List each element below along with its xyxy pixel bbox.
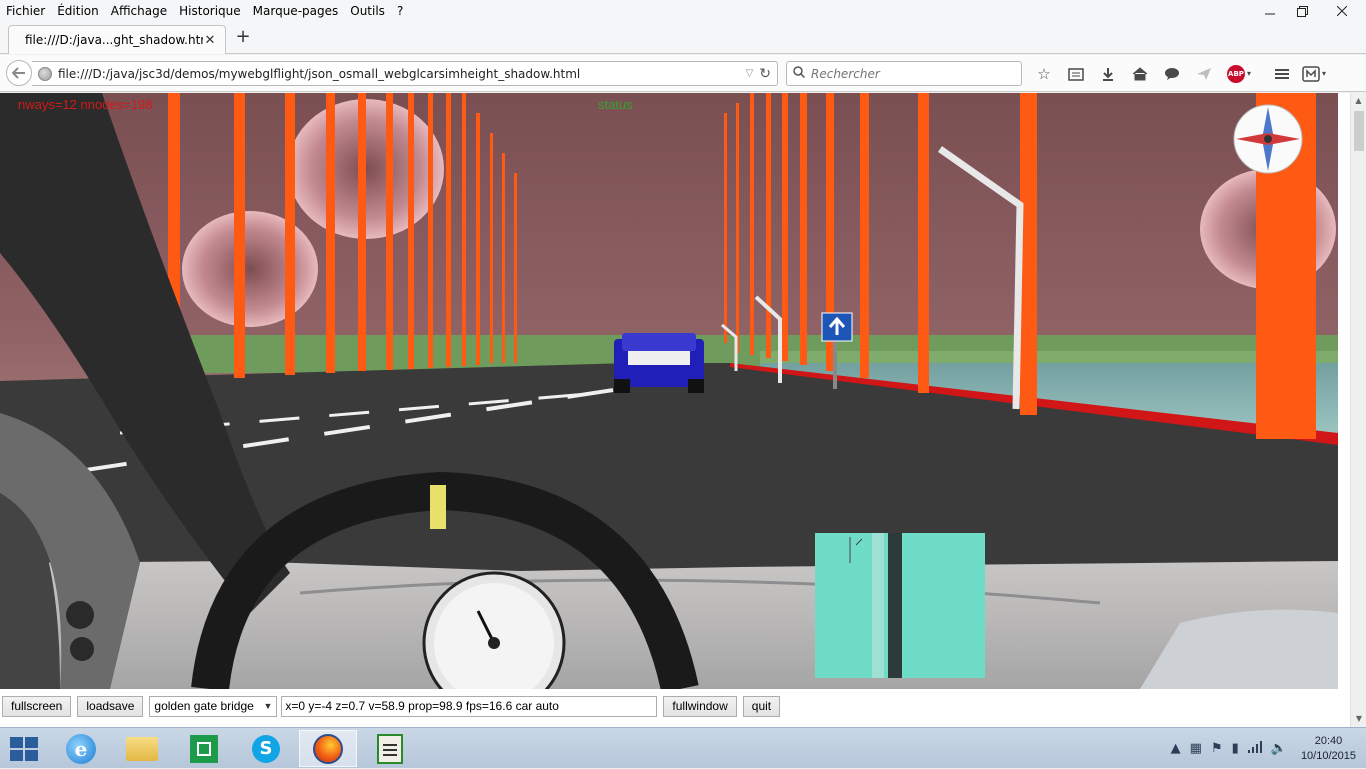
url-bar[interactable]: file:///D:/java/jsc3d/demos/mywebglfligh… [32, 61, 778, 86]
loadsave-button[interactable]: loadsave [77, 695, 144, 717]
show-hidden-icon[interactable]: ▲ [1171, 741, 1181, 756]
window-controls [1254, 0, 1366, 22]
restore-icon[interactable] [1286, 0, 1318, 22]
home-icon[interactable] [1126, 61, 1154, 86]
driving-scene [0, 93, 1338, 689]
minimap [815, 533, 985, 678]
back-button[interactable] [6, 60, 32, 86]
globe-icon [38, 66, 52, 81]
menu-marque-pages[interactable]: Marque-pages [247, 0, 345, 22]
menu-historique[interactable]: Historique [173, 0, 247, 22]
telemetry-input[interactable]: x=0 y=-4 z=0.7 v=58.9 prop=98.9 fps=16.6… [281, 695, 658, 717]
new-tab-button[interactable]: + [234, 27, 252, 49]
simulator-canvas[interactable]: nways=12 nnodes=198 status [0, 93, 1338, 689]
taskbar: e S ▲ ▦ ⚑ ▮ 🔈 20:40 10/10/2015 [0, 727, 1366, 768]
status-label: status [598, 97, 633, 112]
menu-bar: Fichier Édition Affichage Historique Mar… [0, 0, 1366, 22]
menu-outils[interactable]: Outils [344, 0, 391, 22]
scene-select-value: golden gate bridge [154, 699, 254, 713]
fullwindow-button[interactable]: fullwindow [663, 695, 737, 717]
editor-icon[interactable] [361, 730, 419, 767]
file-explorer-icon[interactable] [113, 730, 171, 767]
adblock-icon[interactable]: ABP ▾ [1222, 61, 1256, 86]
clouds [182, 99, 1336, 327]
action-center-icon[interactable]: ▦ [1190, 741, 1202, 756]
chevron-down-icon: ▼ [263, 701, 273, 711]
battery-icon[interactable]: ▮ [1232, 741, 1239, 756]
menu-help[interactable]: ? [391, 0, 409, 22]
reading-list-icon[interactable] [1062, 61, 1090, 86]
back-arrow-icon [12, 67, 25, 79]
clock-date: 10/10/2015 [1300, 749, 1356, 762]
tab-strip: file:///D:/java...ght_shadow.html ✕ + [0, 22, 1366, 54]
quit-button[interactable]: quit [742, 695, 781, 717]
search-input[interactable] [811, 66, 1011, 81]
scroll-down-icon[interactable]: ▼ [1351, 711, 1366, 727]
search-icon [793, 66, 806, 81]
search-bar[interactable] [786, 61, 1022, 86]
fullscreen-button[interactable]: fullscreen [2, 695, 72, 717]
reload-icon[interactable]: ↻ [759, 66, 771, 82]
system-tray: ▲ ▦ ⚑ ▮ 🔈 20:40 10/10/2015 [1162, 728, 1356, 769]
url-text[interactable]: file:///D:/java/jsc3d/demos/mywebglfligh… [58, 67, 746, 81]
skype-icon[interactable]: S [237, 730, 295, 767]
menu-affichage[interactable]: Affichage [105, 0, 173, 22]
send-icon[interactable] [1190, 61, 1218, 86]
volume-icon[interactable]: 🔈 [1271, 741, 1287, 756]
clock-time: 20:40 [1314, 734, 1343, 747]
chat-icon[interactable] [1158, 61, 1186, 86]
navigation-bar: file:///D:/java/jsc3d/demos/mywebglfligh… [0, 55, 1366, 92]
download-icon[interactable] [1094, 61, 1122, 86]
page-content: nways=12 nnodes=198 status fullscreen lo… [0, 93, 1366, 727]
toolbar-icons: ☆ ABP ▾ ▾ [1030, 61, 1332, 86]
menu-edition[interactable]: Édition [51, 0, 105, 22]
scroll-thumb[interactable] [1354, 111, 1364, 151]
flag-icon[interactable]: ⚑ [1211, 741, 1223, 756]
internet-explorer-icon[interactable]: e [52, 730, 110, 767]
map-stats-label: nways=12 nnodes=198 [18, 97, 153, 112]
store-icon[interactable] [175, 730, 233, 767]
menu-fichier[interactable]: Fichier [0, 0, 51, 22]
clock[interactable]: 20:40 10/10/2015 [1301, 734, 1356, 764]
network-icon[interactable] [1247, 740, 1262, 757]
close-icon[interactable] [1318, 0, 1366, 22]
scroll-up-icon[interactable]: ▲ [1351, 93, 1366, 109]
star-icon[interactable]: ☆ [1030, 61, 1058, 86]
tab-close-icon[interactable]: ✕ [203, 33, 217, 48]
tab-active[interactable]: file:///D:/java...ght_shadow.html ✕ [8, 25, 226, 54]
tab-title: file:///D:/java...ght_shadow.html [25, 33, 203, 47]
menu-icon[interactable] [1268, 61, 1296, 86]
compass-icon [1233, 104, 1303, 174]
vertical-scrollbar[interactable]: ▲ ▼ [1350, 93, 1366, 727]
lead-car [614, 333, 704, 393]
simulator-controls: fullscreen loadsave golden gate bridge ▼… [0, 691, 1338, 721]
url-dropdown-icon[interactable]: ▽ [746, 68, 754, 79]
firefox-icon[interactable] [299, 730, 357, 767]
scene-select[interactable]: golden gate bridge ▼ [149, 695, 278, 717]
windows-start-icon[interactable] [10, 737, 38, 761]
minimize-icon[interactable] [1254, 0, 1286, 22]
extension-icon[interactable]: ▾ [1300, 61, 1328, 86]
